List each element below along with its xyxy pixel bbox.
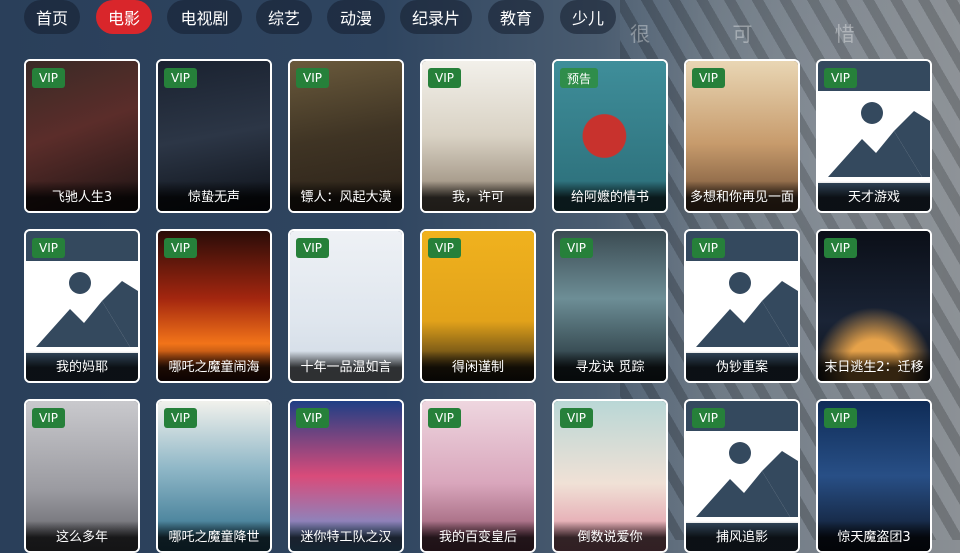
- vip-badge: VIP: [692, 238, 725, 258]
- vip-badge: VIP: [32, 68, 65, 88]
- movie-card[interactable]: VIP 迷你特工队之汉: [288, 399, 404, 553]
- movie-title: 这么多年: [26, 521, 138, 551]
- vip-badge: VIP: [32, 238, 65, 258]
- movie-title: 得闲谨制: [422, 351, 534, 381]
- movie-card[interactable]: 预告给阿嬷的情书: [552, 59, 668, 213]
- movie-card[interactable]: VIP 惊天魔盗团3: [816, 399, 932, 553]
- tab-0[interactable]: 首页: [24, 0, 80, 34]
- movie-title: 我的妈耶: [26, 351, 138, 381]
- vip-badge: VIP: [164, 68, 197, 88]
- vip-badge: VIP: [32, 408, 65, 428]
- vip-badge: VIP: [428, 68, 461, 88]
- vip-badge: VIP: [164, 238, 197, 258]
- movie-title: 迷你特工队之汉: [290, 521, 402, 551]
- tab-4[interactable]: 动漫: [327, 0, 385, 34]
- movie-title: 十年一品温如言: [290, 351, 402, 381]
- movie-card[interactable]: VIP 我的妈耶: [24, 229, 140, 383]
- movie-card[interactable]: VIP 得闲谨制: [420, 229, 536, 383]
- movie-title: 给阿嬷的情书: [554, 181, 666, 211]
- movie-title: 哪吒之魔童闹海: [158, 351, 270, 381]
- movie-title: 惊天魔盗团3: [818, 521, 930, 551]
- movie-card[interactable]: VIP 我的百变皇后: [420, 399, 536, 553]
- movie-title: 我，许可: [422, 181, 534, 211]
- movie-card[interactable]: VIP 哪吒之魔童闹海: [156, 229, 272, 383]
- movie-card[interactable]: VIP 镖人：风起大漠: [288, 59, 404, 213]
- tab-1[interactable]: 电影: [96, 0, 152, 34]
- vip-badge: VIP: [824, 408, 857, 428]
- movie-card[interactable]: VIP 多想和你再见一面: [684, 59, 800, 213]
- movie-title: 镖人：风起大漠: [290, 181, 402, 211]
- movie-title: 倒数说爱你: [554, 521, 666, 551]
- vip-badge: VIP: [824, 68, 857, 88]
- movie-card[interactable]: VIP 伪钞重案: [684, 229, 800, 383]
- movie-card[interactable]: VIP 我，许可: [420, 59, 536, 213]
- movie-title: 我的百变皇后: [422, 521, 534, 551]
- vip-badge: VIP: [560, 238, 593, 258]
- background-caption: 很 可 惜: [630, 22, 893, 46]
- tab-6[interactable]: 教育: [488, 0, 544, 34]
- movie-title: 天才游戏: [818, 181, 930, 211]
- tab-7[interactable]: 少儿: [560, 0, 616, 34]
- movie-title: 惊蛰无声: [158, 181, 270, 211]
- movie-title: 寻龙诀 觅踪: [554, 351, 666, 381]
- tab-2[interactable]: 电视剧: [167, 0, 242, 34]
- vip-badge: VIP: [824, 238, 857, 258]
- vip-badge: VIP: [164, 408, 197, 428]
- movie-card[interactable]: VIP 捕风追影: [684, 399, 800, 553]
- movie-title: 捕风追影: [686, 521, 798, 551]
- tab-3[interactable]: 综艺: [256, 0, 312, 34]
- movie-card[interactable]: VIP 末日逃生2：迁移: [816, 229, 932, 383]
- vip-badge: VIP: [428, 408, 461, 428]
- vip-badge: VIP: [296, 238, 329, 258]
- movie-title: 末日逃生2：迁移: [818, 351, 930, 381]
- tab-5[interactable]: 纪录片: [400, 0, 472, 34]
- vip-badge: VIP: [296, 408, 329, 428]
- movie-card[interactable]: VIP 哪吒之魔童降世: [156, 399, 272, 553]
- movie-card[interactable]: VIP 惊蛰无声: [156, 59, 272, 213]
- movie-card[interactable]: VIP 天才游戏: [816, 59, 932, 213]
- vip-badge: VIP: [296, 68, 329, 88]
- movie-title: 多想和你再见一面: [686, 181, 798, 211]
- vip-badge: VIP: [692, 408, 725, 428]
- movie-card[interactable]: VIP 十年一品温如言: [288, 229, 404, 383]
- movie-card[interactable]: VIP 飞驰人生3: [24, 59, 140, 213]
- vip-badge: VIP: [692, 68, 725, 88]
- movie-title: 哪吒之魔童降世: [158, 521, 270, 551]
- vip-badge: VIP: [560, 408, 593, 428]
- vip-badge: VIP: [428, 238, 461, 258]
- movie-title: 飞驰人生3: [26, 181, 138, 211]
- movie-card[interactable]: VIP 寻龙诀 觅踪: [552, 229, 668, 383]
- movie-title: 伪钞重案: [686, 351, 798, 381]
- movie-card[interactable]: VIP 倒数说爱你: [552, 399, 668, 553]
- trailer-badge: 预告: [560, 68, 599, 88]
- movie-card[interactable]: VIP 这么多年: [24, 399, 140, 553]
